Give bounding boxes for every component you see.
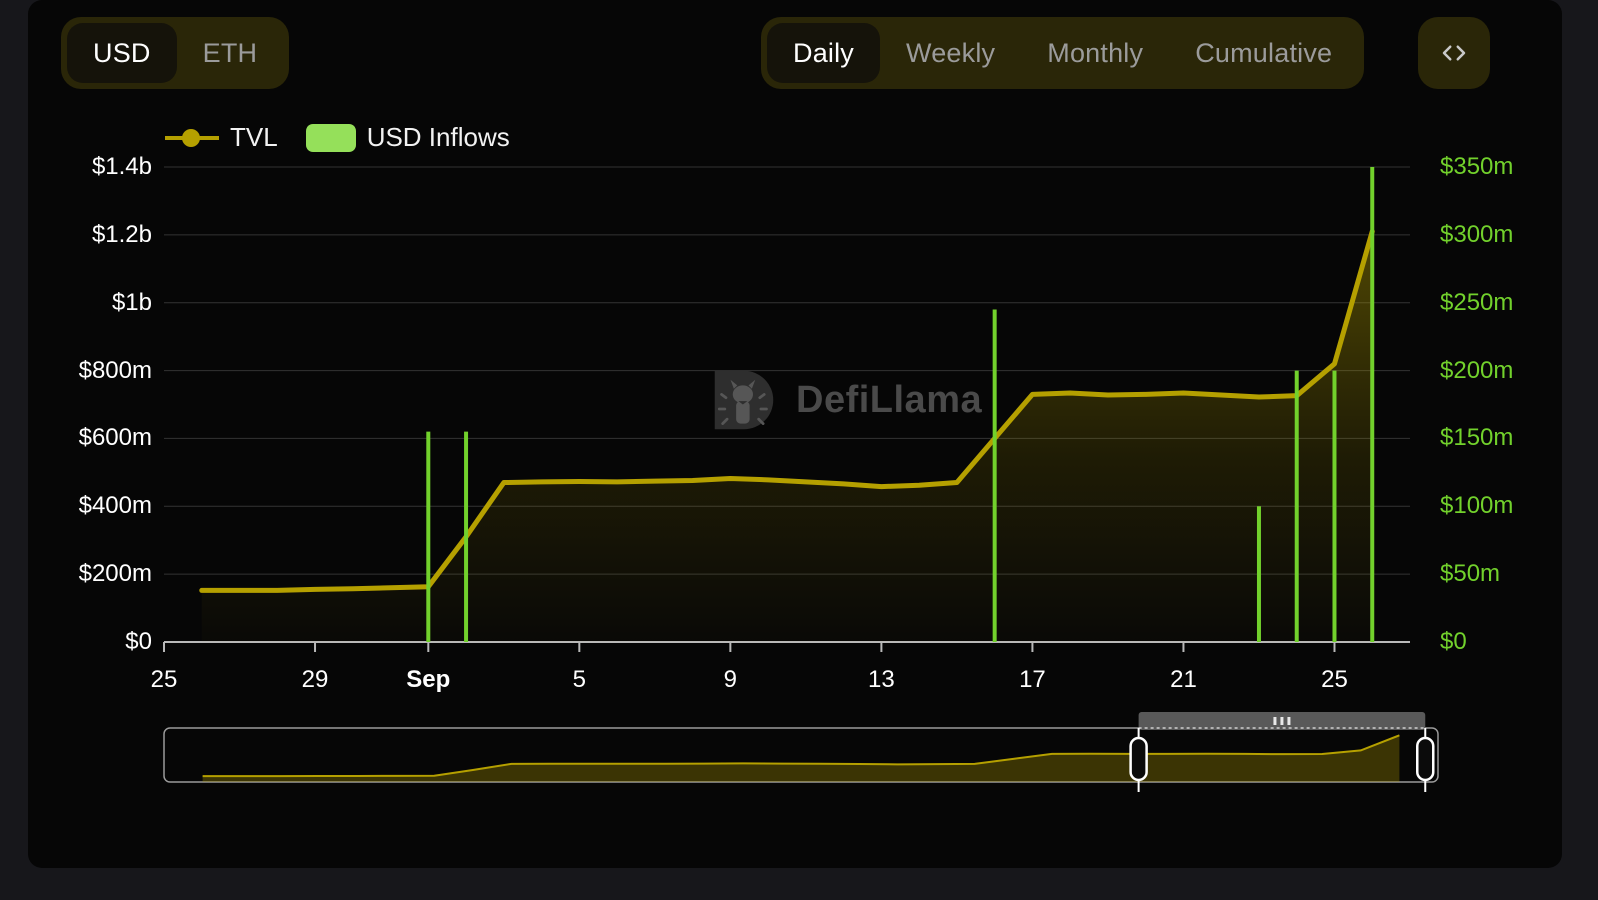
right-y-tick: $250m (1440, 288, 1514, 316)
x-tick: 25 (1321, 666, 1348, 693)
right-y-tick: $150m (1440, 424, 1514, 452)
left-y-tick: $1b (111, 288, 152, 316)
chart-card: USD ETH Daily Weekly Monthly Cumulative … (28, 0, 1562, 868)
left-y-tick: $1.2b (91, 220, 152, 248)
x-tick: 9 (723, 666, 738, 693)
right-y-tick: $350m (1440, 153, 1514, 180)
right-y-tick: $200m (1440, 356, 1514, 384)
x-tick: 21 (1170, 666, 1197, 693)
left-y-tick: $600m (78, 424, 152, 452)
left-y-tick: $1.4b (91, 153, 152, 180)
right-y-tick: $100m (1440, 492, 1514, 520)
right-y-tick: $300m (1440, 220, 1514, 248)
x-tick: 17 (1019, 666, 1046, 693)
x-tick: 13 (868, 666, 895, 693)
x-tick: 29 (301, 666, 329, 693)
brush-handle-left[interactable] (1129, 736, 1148, 782)
x-tick: Sep (406, 666, 451, 693)
page-root: USD ETH Daily Weekly Monthly Cumulative … (0, 0, 1598, 900)
right-y-tick: $50m (1440, 560, 1501, 588)
left-y-tick: $400m (78, 492, 152, 520)
x-tick: 25 (150, 666, 178, 693)
chart-canvas (163, 166, 1439, 792)
right-y-tick: $0 (1440, 628, 1467, 655)
plot-area: $0 $200m $400m $600m $800m $1b $1.2b $1.4b $0 $5… (28, 0, 1562, 868)
left-y-tick: $0 (125, 628, 152, 655)
brush-handle-right[interactable] (1416, 736, 1435, 782)
left-y-tick: $200m (78, 560, 152, 588)
left-y-tick: $800m (78, 356, 152, 384)
x-tick: 5 (572, 666, 587, 693)
